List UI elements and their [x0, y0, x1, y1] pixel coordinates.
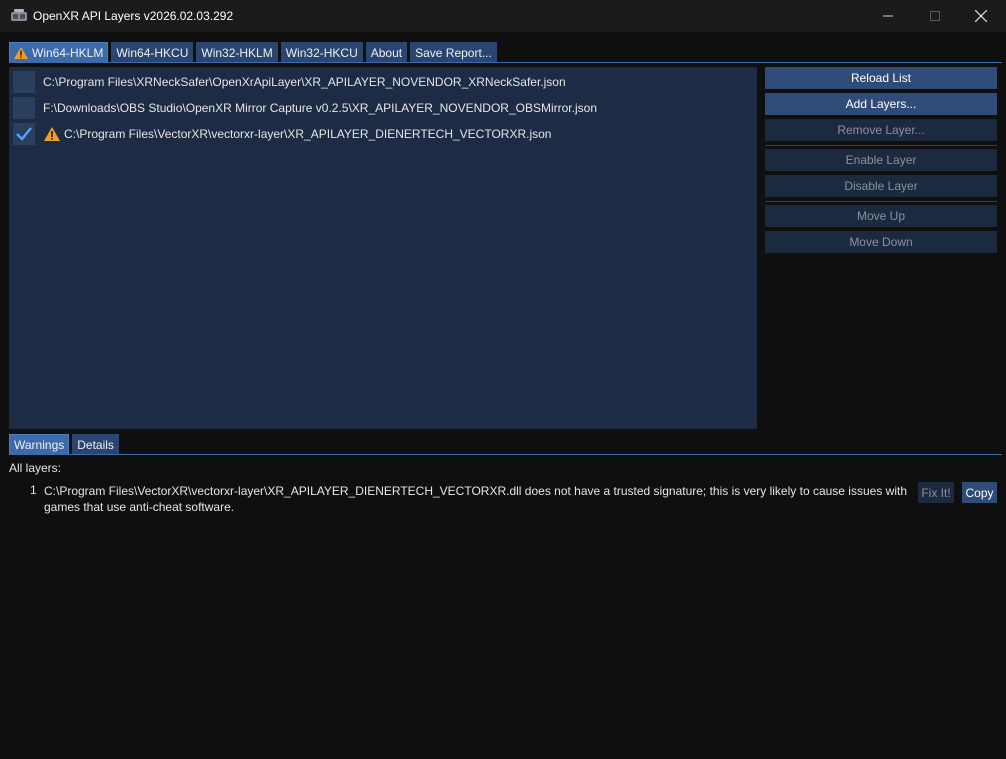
- warning-icon: [14, 46, 28, 59]
- remove-layer-button[interactable]: Remove Layer...: [765, 119, 997, 141]
- checkmark-icon: [16, 127, 32, 141]
- window-title: OpenXR API Layers v2026.02.03.292: [33, 9, 234, 23]
- tab-label: Win32-HKCU: [285, 45, 358, 60]
- separator: [765, 201, 997, 202]
- tab-label: Details: [77, 437, 114, 452]
- list-item[interactable]: C:\Program Files\XRNeckSafer\OpenXrApiLa…: [13, 70, 753, 94]
- tab-win32-hklm[interactable]: Win32-HKLM: [196, 42, 278, 63]
- tab-label: Warnings: [14, 437, 65, 452]
- list-item[interactable]: C:\Program Files\VectorXR\vectorxr-layer…: [13, 122, 753, 146]
- layer-list[interactable]: C:\Program Files\XRNeckSafer\OpenXrApiLa…: [9, 67, 757, 429]
- disable-layer-button[interactable]: Disable Layer: [765, 175, 997, 197]
- tab-warnings[interactable]: Warnings: [9, 434, 70, 455]
- copy-button[interactable]: Copy: [962, 482, 997, 503]
- tab-label: About: [370, 45, 403, 60]
- tab-details[interactable]: Details: [72, 434, 119, 455]
- warnings-heading: All layers:: [9, 461, 62, 475]
- layer-path: C:\Program Files\VectorXR\vectorxr-layer…: [64, 127, 552, 141]
- tab-label: Save Report...: [415, 45, 492, 60]
- tab-label: Win64-HKLM: [32, 45, 104, 60]
- list-item[interactable]: F:\Downloads\OBS Studio\OpenXR Mirror Ca…: [13, 96, 753, 120]
- layer-path: F:\Downloads\OBS Studio\OpenXR Mirror Ca…: [43, 101, 597, 115]
- enable-layer-button[interactable]: Enable Layer: [765, 149, 997, 171]
- tab-divider: [9, 454, 1002, 455]
- tab-divider: [9, 62, 1002, 63]
- vr-headset-icon: [11, 9, 27, 21]
- close-button[interactable]: [958, 0, 1004, 32]
- tab-label: Win64-HKCU: [116, 45, 189, 60]
- warning-number: 1: [30, 483, 37, 497]
- maximize-button[interactable]: [912, 0, 958, 32]
- tab-win64-hkcu[interactable]: Win64-HKCU: [111, 42, 194, 63]
- layer-path: C:\Program Files\XRNeckSafer\OpenXrApiLa…: [43, 75, 566, 89]
- minimize-icon: [883, 15, 893, 17]
- tab-save-report[interactable]: Save Report...: [410, 42, 497, 63]
- title-bar: OpenXR API Layers v2026.02.03.292: [0, 0, 1006, 32]
- maximize-icon: [930, 11, 940, 21]
- registry-tabs: Win64-HKLM Win64-HKCU Win32-HKLM Win32-H…: [9, 42, 497, 63]
- tab-win32-hkcu[interactable]: Win32-HKCU: [280, 42, 363, 63]
- minimize-button[interactable]: [865, 0, 911, 32]
- fix-it-button[interactable]: Fix It!: [918, 482, 954, 503]
- layer-checkbox[interactable]: [13, 97, 35, 119]
- separator: [765, 145, 997, 146]
- reload-list-button[interactable]: Reload List: [765, 67, 997, 89]
- warning-icon: [44, 127, 60, 141]
- tab-win64-hklm[interactable]: Win64-HKLM: [9, 42, 109, 63]
- close-icon: [975, 10, 987, 22]
- layer-checkbox[interactable]: [13, 123, 35, 145]
- warning-text: C:\Program Files\VectorXR\vectorxr-layer…: [44, 484, 907, 514]
- info-tabs: Warnings Details: [9, 434, 119, 455]
- move-up-button[interactable]: Move Up: [765, 205, 997, 227]
- layer-checkbox[interactable]: [13, 71, 35, 93]
- add-layers-button[interactable]: Add Layers...: [765, 93, 997, 115]
- tab-about[interactable]: About: [365, 42, 408, 63]
- tab-label: Win32-HKLM: [201, 45, 273, 60]
- move-down-button[interactable]: Move Down: [765, 231, 997, 253]
